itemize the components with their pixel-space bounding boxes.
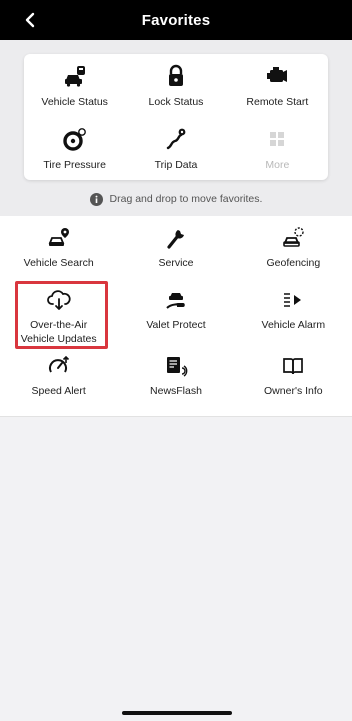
favorites-card: Vehicle Status Lock Status Remote Start [24,54,328,180]
favorite-label: Remote Start [246,95,309,108]
favorite-label: More [265,158,290,171]
lock-icon [168,64,183,86]
feature-service[interactable]: Service [117,220,234,282]
engine-icon [267,66,288,82]
feature-label: Over-the-Air [30,319,88,331]
home-indicator [122,711,232,715]
feature-owners-info[interactable]: Owner's Info [235,348,352,408]
feature-label: Vehicle Alarm [261,319,326,331]
favorite-label: Tire Pressure [43,158,106,171]
feature-label: Owner's Info [264,385,323,397]
feature-newsflash[interactable]: NewsFlash [117,348,234,408]
car-location-icon [48,228,69,246]
speedometer-icon [48,355,69,373]
feature-label: Geofencing [266,257,321,269]
cloud-download-icon [46,290,71,310]
back-button[interactable] [14,4,46,36]
header-bar: Favorites [0,0,352,40]
chevron-left-icon [25,12,35,28]
car-geofence-icon [283,227,305,247]
hint-text: Drag and drop to move favorites. [109,193,263,205]
feature-label: Service [158,257,194,269]
favorite-more[interactable]: More [227,117,328,180]
favorite-vehicle-status[interactable]: Vehicle Status [24,54,125,117]
news-audio-icon [166,357,188,377]
drag-hint: Drag and drop to move favorites. [0,189,352,209]
favorite-lock-status[interactable]: Lock Status [125,54,226,117]
feature-label: Vehicle Search [23,257,94,269]
grid-icon [270,131,285,146]
feature-vehicle-search[interactable]: Vehicle Search [0,220,117,282]
wrench-icon [167,230,184,249]
favorite-remote-start[interactable]: Remote Start [227,54,328,117]
info-icon [89,192,103,206]
feature-valet-protect[interactable]: Valet Protect [117,282,234,348]
tire-pressure-icon [62,127,86,151]
feature-speed-alert[interactable]: Speed Alert [0,348,117,408]
favorite-label: Lock Status [148,95,204,108]
feature-label-line2: Vehicle Updates [20,333,97,345]
feature-label: Speed Alert [31,385,86,397]
feature-vehicle-alarm[interactable]: Vehicle Alarm [235,282,352,348]
book-icon [283,358,304,375]
page-title: Favorites [141,11,211,29]
feature-geofencing[interactable]: Geofencing [235,220,352,282]
feature-label: Valet Protect [146,319,206,331]
favorite-label: Vehicle Status [41,95,108,108]
trip-route-icon [166,128,186,149]
favorites-section: Vehicle Status Lock Status Remote Start [0,40,352,216]
car-status-icon [64,65,85,87]
alarm-horn-icon [284,293,302,307]
favorite-label: Trip Data [154,158,198,171]
favorite-tire-pressure[interactable]: Tire Pressure [24,117,125,180]
valet-hand-car-icon [166,293,185,309]
feature-label: NewsFlash [150,385,202,397]
favorite-trip-data[interactable]: Trip Data [125,117,226,180]
feature-over-the-air-updates[interactable]: Over-the-Air Vehicle Updates [0,282,117,348]
more-features-section: Vehicle Search Service Geofencing Over-t… [0,216,352,417]
